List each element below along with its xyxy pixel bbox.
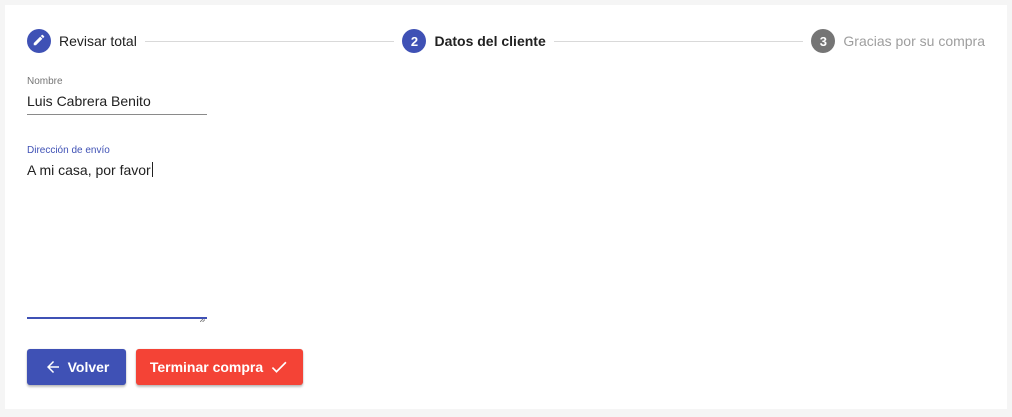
step-3-circle: 3: [811, 29, 836, 53]
step-2-label: Datos del cliente: [434, 33, 546, 49]
step-3-number: 3: [819, 33, 827, 49]
step-customer-data[interactable]: 2 Datos del cliente: [402, 29, 546, 53]
address-text: A mi casa, por favor: [27, 162, 151, 178]
back-button-label: Volver: [67, 359, 110, 375]
pencil-icon: [32, 33, 46, 50]
address-textarea[interactable]: A mi casa, por favor: [27, 161, 207, 179]
address-field[interactable]: Dirección de envío A mi casa, por favor: [27, 145, 207, 323]
step-3-label: Gracias por su compra: [843, 33, 985, 49]
step-2-number: 2: [410, 33, 419, 49]
name-input[interactable]: Luis Cabrera Benito: [27, 92, 207, 110]
step-1-label: Revisar total: [59, 33, 137, 49]
checkout-card: Revisar total 2 Datos del cliente 3 Grac…: [5, 5, 1007, 409]
resize-grip-icon[interactable]: [199, 309, 206, 323]
step-review-total[interactable]: Revisar total: [27, 29, 137, 53]
arrow-left-icon: [44, 358, 68, 376]
step-thank-you[interactable]: 3 Gracias por su compra: [811, 29, 985, 53]
name-field-underline: [27, 114, 207, 115]
check-icon: [263, 357, 289, 377]
step-connector: [144, 40, 395, 42]
address-field-label: Dirección de envío: [27, 145, 110, 156]
address-field-underline: [27, 317, 207, 319]
back-button[interactable]: Volver: [27, 349, 126, 385]
step-1-circle: [27, 29, 51, 53]
name-field[interactable]: Nombre Luis Cabrera Benito: [27, 76, 207, 116]
finish-purchase-button[interactable]: Terminar compra: [136, 349, 303, 385]
checkout-stepper: Revisar total 2 Datos del cliente 3 Grac…: [27, 29, 985, 53]
text-caret: [151, 162, 153, 177]
name-field-label: Nombre: [27, 76, 63, 87]
finish-button-label: Terminar compra: [149, 359, 264, 375]
step-connector: [553, 40, 804, 42]
step-2-circle: 2: [402, 29, 427, 53]
